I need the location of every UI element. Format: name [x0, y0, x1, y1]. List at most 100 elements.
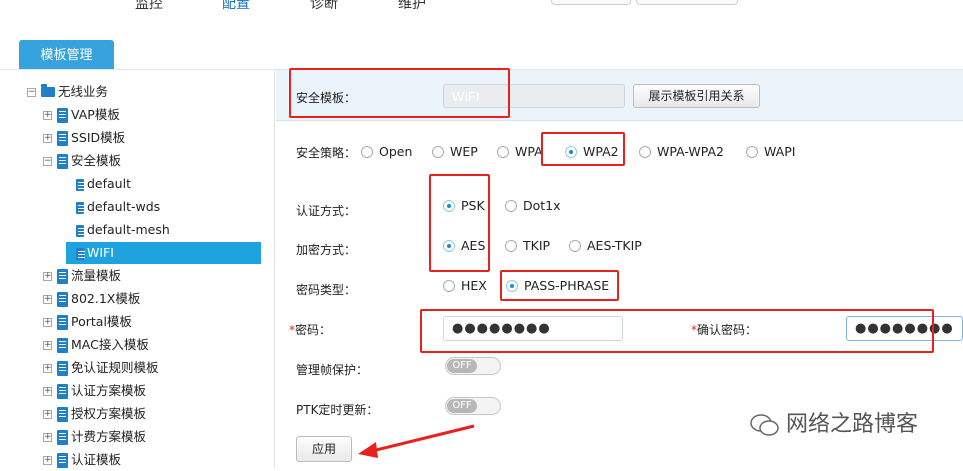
tree-item[interactable]: + VAP模板: [43, 104, 120, 126]
tree-item[interactable]: WIFI: [66, 242, 261, 264]
toggle-knob: OFF: [447, 399, 477, 413]
file-icon: [57, 338, 68, 353]
nav-monitor[interactable]: 监控: [135, 0, 163, 13]
tree-item-label: default-mesh: [87, 222, 170, 237]
tree-item[interactable]: + MAC接入模板: [43, 334, 149, 356]
watermark: 网络之路博客: [750, 406, 918, 438]
tree-item[interactable]: default: [66, 173, 131, 195]
apply-button[interactable]: 应用: [296, 436, 352, 462]
radio-icon: [443, 279, 455, 292]
encrypt-radio-tkip[interactable]: TKIP: [505, 238, 550, 253]
expand-icon[interactable]: +: [43, 111, 52, 120]
tree-item-label: MAC接入模板: [71, 337, 149, 352]
policy-radio-open[interactable]: Open: [361, 144, 412, 159]
tree-item-label: 认证方案模板: [71, 383, 147, 398]
top-button-a[interactable]: [551, 0, 631, 5]
password-label: *密码：: [289, 323, 332, 337]
top-button-b[interactable]: [636, 0, 738, 5]
tree-item[interactable]: + 认证方案模板: [43, 380, 146, 402]
ptk-update-label: PTK定时更新：: [296, 403, 379, 417]
expand-icon[interactable]: +: [43, 295, 52, 304]
expand-icon[interactable]: +: [43, 364, 52, 373]
file-icon: [76, 224, 85, 237]
expand-icon[interactable]: +: [43, 433, 52, 442]
expand-icon[interactable]: +: [43, 134, 52, 143]
radio-icon: [497, 145, 509, 158]
policy-radio-wpa-wpa2[interactable]: WPA-WPA2: [639, 144, 724, 159]
collapse-icon[interactable]: −: [43, 157, 52, 166]
policy-radio-wpa[interactable]: WPA: [497, 144, 543, 159]
file-icon: [57, 292, 68, 307]
highlight-box-wpa2: [541, 132, 625, 166]
tree-item-label: VAP模板: [71, 107, 120, 122]
tree-item-label: 授权方案模板: [71, 406, 147, 421]
radio-icon: [569, 239, 581, 252]
tree-item[interactable]: + Portal模板: [43, 311, 132, 333]
auth-radio-dot1x[interactable]: Dot1x: [505, 198, 561, 213]
tree-item-label: 计费方案模板: [71, 429, 147, 444]
tree-item[interactable]: + 流量模板: [43, 265, 121, 287]
radio-icon: [746, 145, 758, 158]
auth-label: 认证方式：: [296, 204, 357, 218]
file-icon: [76, 247, 85, 260]
tree-item-label: 认证模板: [71, 452, 122, 467]
nav-maintain[interactable]: 维护: [398, 0, 426, 13]
nav-diagnose[interactable]: 诊断: [310, 0, 338, 13]
encrypt-radio-aes-tkip[interactable]: AES-TKIP: [569, 238, 642, 253]
mgmt-frame-protect-toggle[interactable]: OFF: [445, 357, 501, 375]
tree-item[interactable]: − 安全模板: [43, 150, 121, 172]
expand-icon[interactable]: +: [43, 318, 52, 327]
highlight-box-pass-phrase: [500, 270, 619, 301]
key-type-radio-hex[interactable]: HEX: [443, 278, 487, 293]
radio-icon: [432, 145, 444, 158]
tree-item[interactable]: default-mesh: [66, 219, 170, 241]
show-template-refs-button[interactable]: 展示模板引用关系: [633, 84, 760, 108]
nav-config[interactable]: 配置: [222, 0, 250, 13]
radio-icon: [505, 239, 517, 252]
policy-radio-wapi[interactable]: WAPI: [746, 144, 795, 159]
expand-icon[interactable]: +: [43, 341, 52, 350]
tree-item[interactable]: +802.1X模板: [43, 288, 140, 310]
tab-template-management[interactable]: 模板管理: [19, 40, 114, 70]
arrow-icon: [358, 424, 475, 458]
file-icon: [57, 131, 68, 146]
radio-icon: [505, 199, 517, 212]
policy-label: 安全策略：: [296, 146, 357, 160]
tree-item-label: default-wds: [87, 199, 161, 214]
tree-item-label: WIFI: [87, 245, 114, 260]
policy-radio-wep[interactable]: WEP: [432, 144, 478, 159]
expand-icon[interactable]: +: [43, 387, 52, 396]
radio-icon: [639, 145, 651, 158]
expand-icon[interactable]: +: [43, 410, 52, 419]
tree-item[interactable]: default-wds: [66, 196, 160, 218]
tree-item[interactable]: + SSID模板: [43, 127, 125, 149]
tree-item[interactable]: + 免认证规则模板: [43, 357, 159, 379]
file-icon: [76, 201, 85, 214]
expand-icon[interactable]: +: [43, 272, 52, 281]
file-icon: [57, 407, 68, 422]
file-icon: [57, 361, 68, 376]
collapse-icon[interactable]: −: [27, 88, 36, 97]
file-icon: [57, 154, 68, 169]
ptk-update-toggle[interactable]: OFF: [445, 397, 501, 415]
tree-item[interactable]: + 授权方案模板: [43, 403, 146, 425]
tree-item-label: Portal模板: [71, 314, 132, 329]
tree-item[interactable]: + 计费方案模板: [43, 426, 146, 448]
file-icon: [57, 430, 68, 445]
tree-item-label: 免认证规则模板: [71, 360, 159, 375]
tree-root[interactable]: − 无线业务: [27, 81, 108, 103]
tree-item-label: 802.1X模板: [71, 291, 141, 306]
highlight-box-passwords: [420, 309, 934, 353]
tab-band: [0, 14, 963, 70]
file-icon: [57, 315, 68, 330]
tree-item-label: default: [87, 176, 131, 191]
file-icon: [76, 178, 85, 191]
folder-icon: [41, 83, 55, 97]
sidebar-tree: − 无线业务 + VAP模板 + SSID模板 − 安全模板 default default-w…: [0, 70, 275, 468]
expand-icon[interactable]: +: [43, 456, 52, 465]
radio-icon: [361, 145, 373, 158]
watermark-text: 网络之路博客: [786, 412, 919, 437]
tree-item-label: SSID模板: [71, 130, 126, 145]
tree-root-label: 无线业务: [58, 84, 109, 99]
key-type-label: 密码类型：: [296, 283, 357, 297]
